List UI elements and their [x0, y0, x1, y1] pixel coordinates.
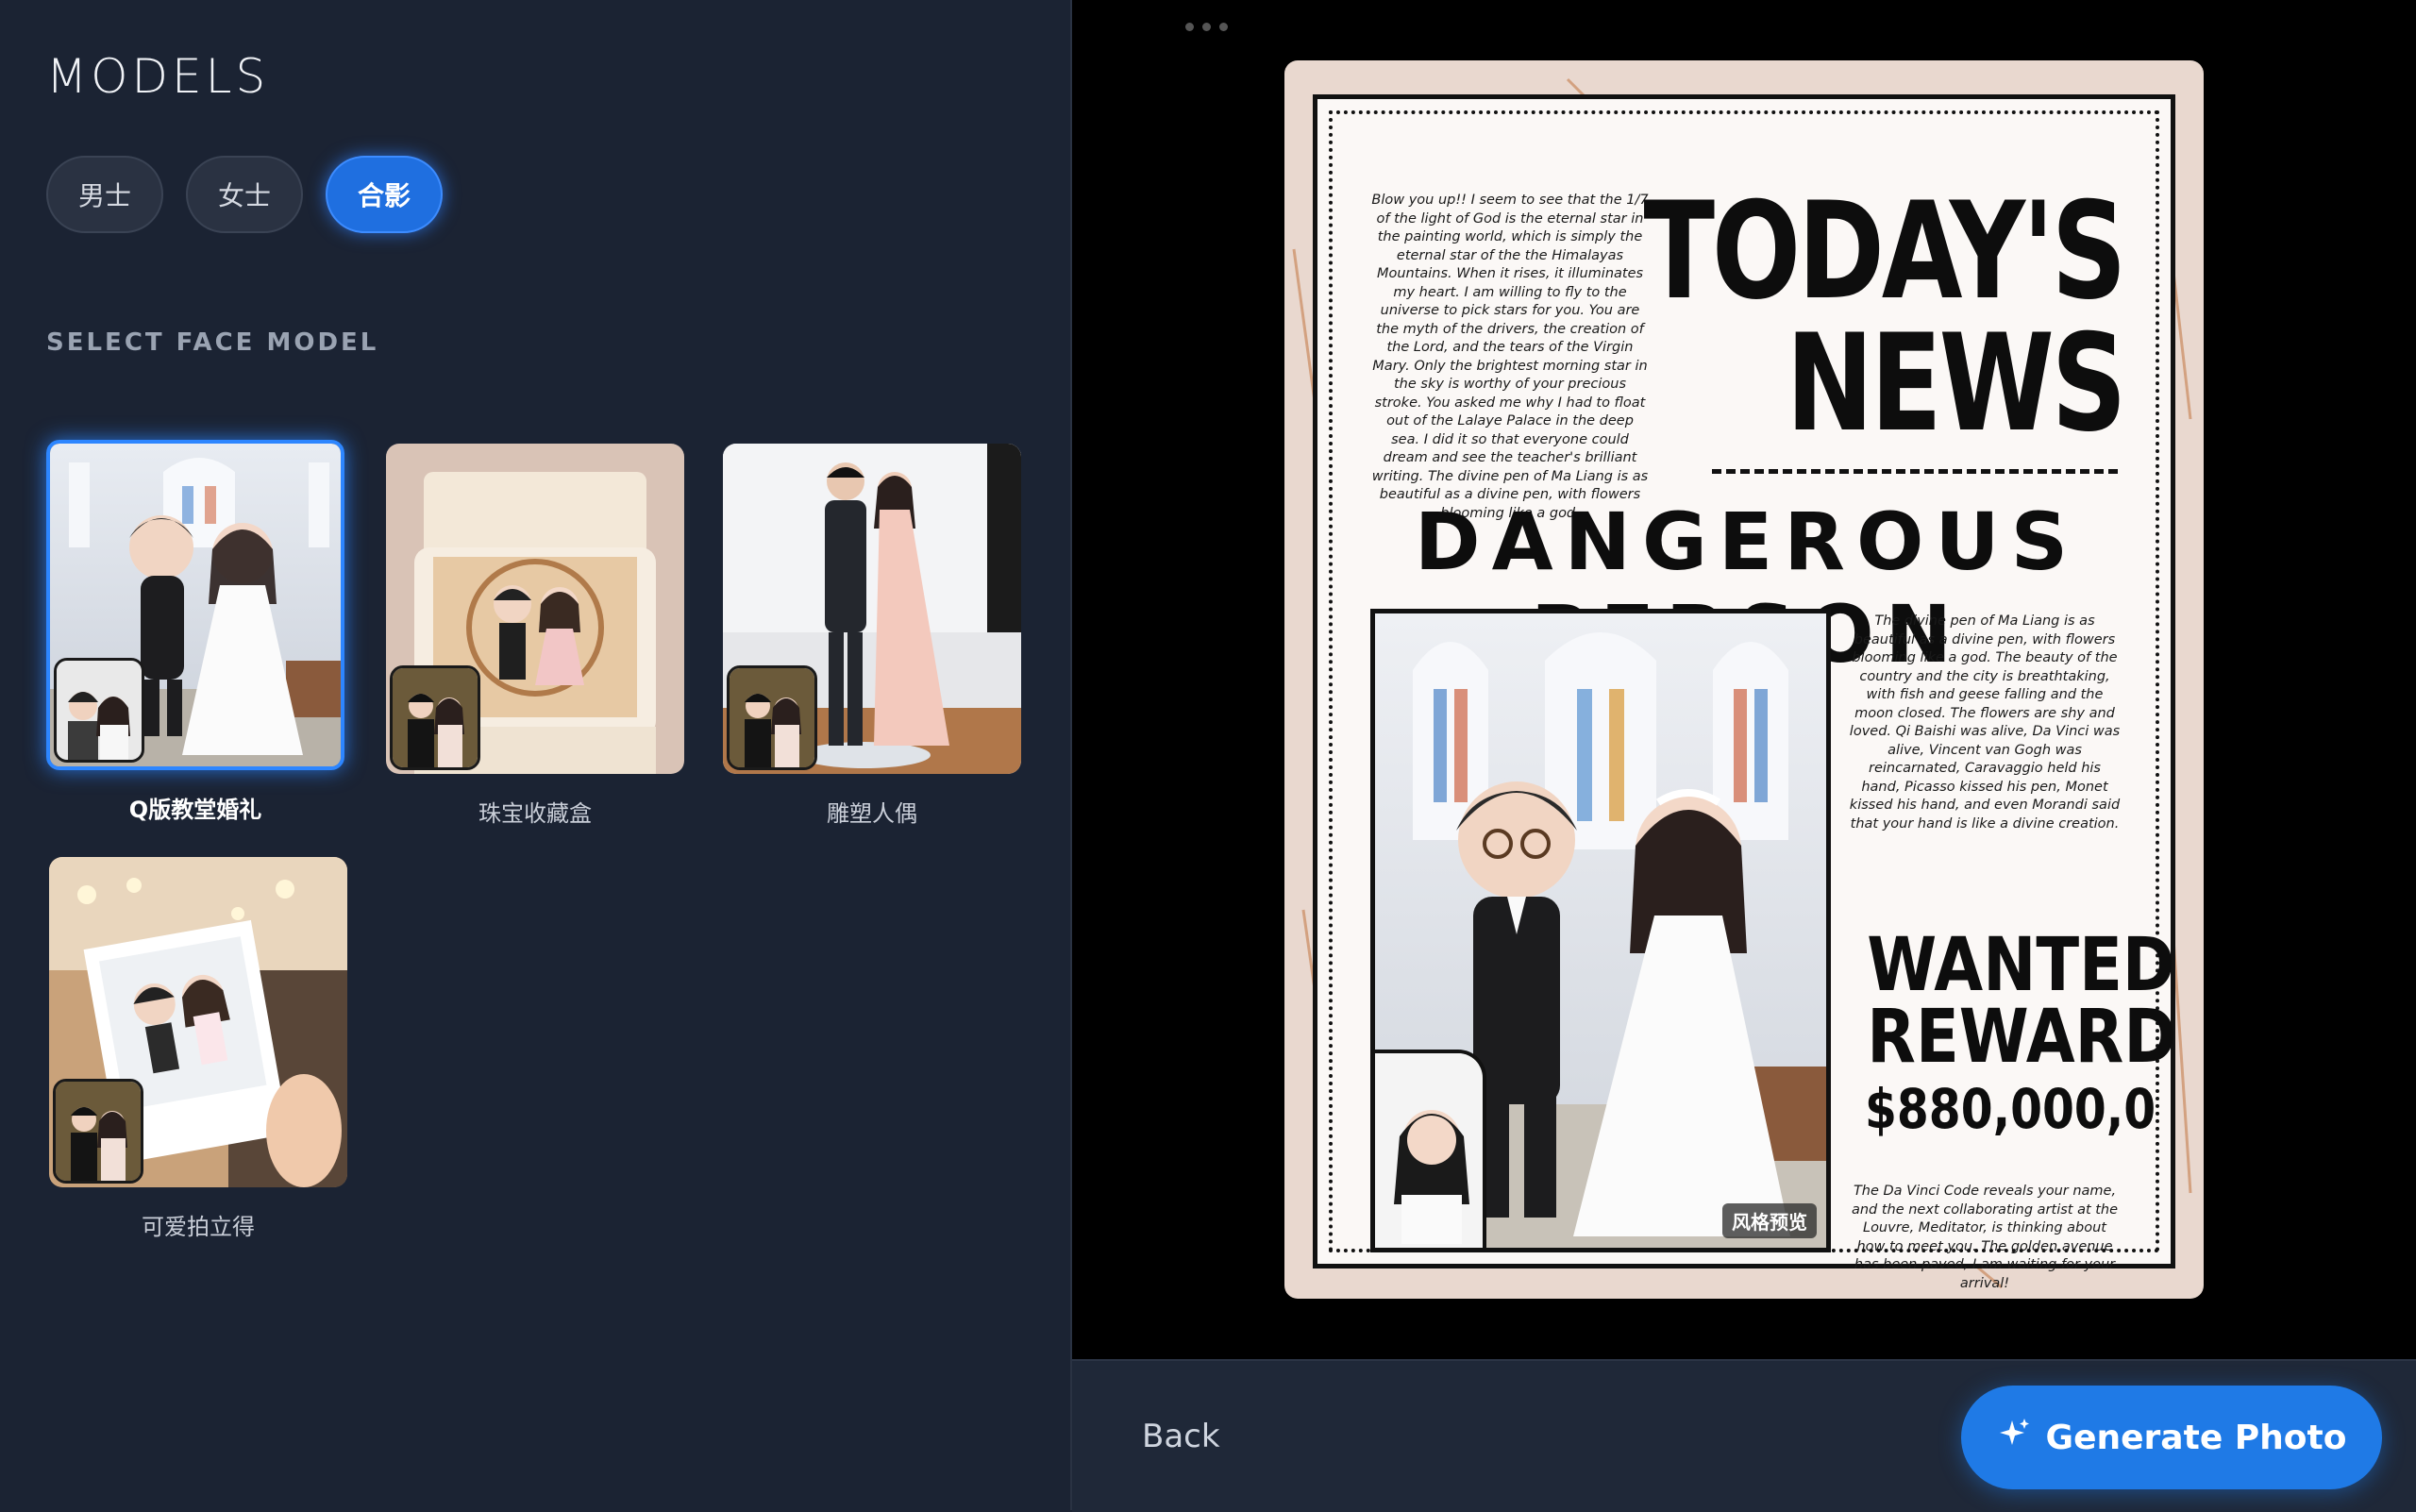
- model-card-sculpture-figure[interactable]: 雕塑人偶: [723, 444, 1021, 828]
- model-label: Q版教堂婚礼: [128, 797, 262, 823]
- headline-line-1: TODAY'S: [1643, 174, 2126, 329]
- wanted-line-1: WANTED: [1867, 923, 2175, 1008]
- model-thumbnail[interactable]: [46, 440, 344, 770]
- panel-title: MODELS: [46, 49, 270, 104]
- face-reference-inset: [1375, 1050, 1486, 1248]
- drag-handle-icon[interactable]: [1185, 23, 1233, 32]
- face-reference-thumbnail: [727, 665, 817, 770]
- headline: TODAY'S NEWS: [1643, 174, 2126, 462]
- article-text-bottom: The Da Vinci Code reveals your name, and…: [1851, 1184, 2119, 1291]
- section-label: SELECT FACE MODEL: [46, 328, 379, 357]
- model-thumbnail[interactable]: [723, 444, 1021, 774]
- back-button[interactable]: Back: [1142, 1418, 1220, 1455]
- face-reference-thumbnail: [390, 665, 480, 770]
- poster-photo: 风格预览: [1370, 609, 1831, 1252]
- model-thumbnail[interactable]: [49, 857, 347, 1187]
- face-reference-thumbnail: [53, 1079, 143, 1184]
- wanted-line-2: REWARD: [1867, 995, 2177, 1080]
- article-text-top: Blow you up!! I seem to see that the 1/7…: [1371, 193, 1649, 521]
- wanted-heading: WANTED REWARD: [1867, 923, 2177, 1080]
- face-reference-thumbnail: [54, 658, 144, 763]
- gender-tabs: 男士 女士 合影: [46, 156, 443, 233]
- generate-photo-label: Generate Photo: [2045, 1418, 2347, 1457]
- article-text-middle: The divine pen of Ma Liang is as beautif…: [1849, 613, 2121, 832]
- sparkle-icon: [1997, 1417, 2031, 1459]
- reward-amount: $880,000,0: [1865, 1077, 2156, 1141]
- generate-photo-button[interactable]: Generate Photo: [1961, 1386, 2382, 1489]
- poster-frame: Blow you up!! I seem to see that the 1/7…: [1313, 94, 2177, 1291]
- model-thumbnail[interactable]: [386, 444, 684, 774]
- model-card-cute-polaroid[interactable]: 可爱拍立得: [49, 857, 347, 1241]
- tab-couple[interactable]: 合影: [326, 156, 443, 233]
- model-card-jewelry-box[interactable]: 珠宝收藏盒: [386, 444, 684, 828]
- model-label: 珠宝收藏盒: [478, 800, 592, 827]
- headline-divider: [1712, 469, 2118, 474]
- tab-female[interactable]: 女士: [186, 156, 303, 233]
- preview-area: Blow you up!! I seem to see that the 1/7…: [1072, 0, 2416, 1359]
- newspaper-poster-preview: Blow you up!! I seem to see that the 1/7…: [1284, 60, 2204, 1299]
- tab-male[interactable]: 男士: [46, 156, 163, 233]
- model-card-chapel-wedding[interactable]: Q版教堂婚礼: [46, 440, 344, 824]
- bottom-action-bar: Back Generate Photo: [1072, 1359, 2416, 1512]
- model-label: 雕塑人偶: [827, 800, 917, 827]
- style-preview-badge: 风格预览: [1722, 1203, 1817, 1238]
- model-label: 可爱拍立得: [142, 1214, 255, 1240]
- headline-line-2: NEWS: [1786, 306, 2126, 462]
- models-panel: MODELS 男士 女士 合影 SELECT FACE MODEL Q版教堂婚礼…: [0, 0, 1072, 1510]
